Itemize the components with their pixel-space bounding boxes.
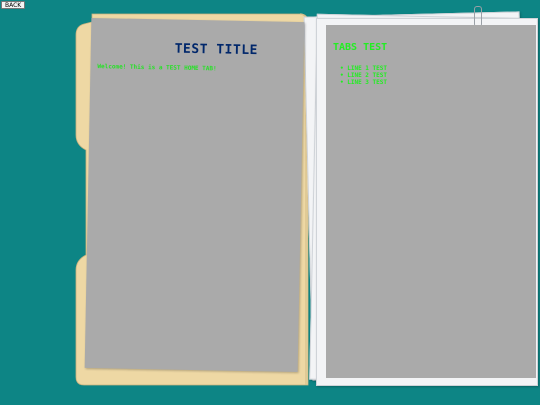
home-tab-page: TEST TITLE Welcome! This is a TEST HOME … [84, 17, 305, 373]
tabs-title: TABS TEST [333, 42, 388, 53]
paperclip-icon [474, 6, 482, 27]
tabs-test-page: TABS TEST LINE 1 TEST LINE 2 TEST LINE 3… [326, 25, 536, 378]
line-list: LINE 1 TEST LINE 2 TEST LINE 3 TEST [340, 65, 387, 86]
list-item: LINE 1 TEST [340, 65, 387, 72]
page-title: TEST TITLE [174, 41, 259, 59]
list-item: LINE 3 TEST [340, 79, 387, 86]
list-item: LINE 2 TEST [340, 72, 387, 79]
welcome-text: Welcome! This is a TEST HOME TAB! [97, 63, 217, 73]
